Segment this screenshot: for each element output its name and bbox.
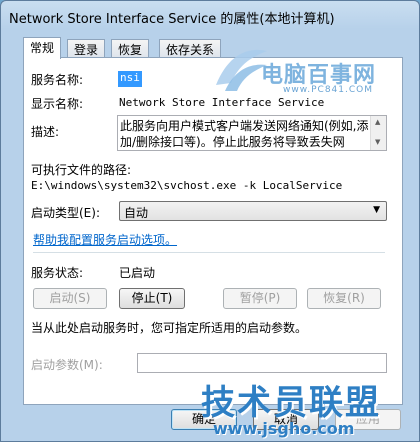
startup-type-select[interactable]: 自动 ▼: [119, 201, 387, 221]
service-status-value: 已启动: [119, 266, 156, 280]
watermark-top: 电脑百事网 www.PC841.COM: [216, 43, 379, 105]
divider: [33, 252, 385, 253]
scroll-up-icon[interactable]: ▲: [375, 118, 380, 126]
watermark-bottom: 技术员联盟 www.jsgho.com: [191, 375, 419, 441]
chevron-down-icon: ▼: [373, 205, 380, 215]
display-name-label: 显示名称:: [31, 97, 84, 111]
title-bar[interactable]: Network Store Interface Service 的属性(本地计算…: [1, 1, 419, 31]
start-params-label: 启动参数(M):: [31, 358, 103, 372]
startup-type-label: 启动类型(E):: [31, 206, 100, 220]
start-button[interactable]: 启动(S): [33, 288, 107, 309]
exe-path-value[interactable]: E:\windows\system32\svchost.exe -k Local…: [31, 179, 342, 192]
tab-general[interactable]: 常规: [23, 37, 62, 59]
description-text: 此服务向用户模式客户端发送网络通知(例如,添加/删除接口等)。停止此服务将导致丢…: [120, 119, 369, 149]
watermark-bottom-logo: 技术员联盟: [201, 383, 381, 423]
properties-window: Network Store Interface Service 的属性(本地计算…: [0, 0, 420, 442]
description-scrollbar[interactable]: ▲ ▼: [370, 116, 386, 150]
start-params-hint: 当从此处启动服务时，您可指定所适用的启动参数。: [31, 321, 308, 335]
pause-button[interactable]: 暂停(P): [223, 288, 297, 309]
service-name-value[interactable]: nsi: [118, 71, 142, 87]
watermark-top-url: www.PC841.COM: [283, 85, 374, 95]
resume-button[interactable]: 恢复(R): [307, 288, 381, 309]
window-title: Network Store Interface Service 的属性(本地计算…: [9, 12, 335, 27]
tab-recovery[interactable]: 恢复: [111, 39, 150, 58]
description-label: 描述:: [31, 125, 60, 139]
service-name-label: 服务名称:: [31, 73, 84, 87]
start-params-input[interactable]: [137, 353, 387, 373]
scroll-down-icon[interactable]: ▼: [375, 138, 380, 146]
exe-path-label: 可执行文件的路径:: [31, 163, 132, 177]
stop-button[interactable]: 停止(T): [119, 288, 185, 309]
service-status-label: 服务状态:: [31, 266, 84, 280]
description-box[interactable]: 此服务向用户模式客户端发送网络通知(例如,添加/删除接口等)。停止此服务将导致丢…: [117, 115, 387, 151]
watermark-bottom-url: www.jsgho.com: [213, 419, 355, 438]
help-startup-link[interactable]: 帮助我配置服务启动选项。: [33, 231, 177, 248]
tab-logon[interactable]: 登录: [67, 39, 106, 58]
startup-type-value: 自动: [124, 206, 149, 220]
